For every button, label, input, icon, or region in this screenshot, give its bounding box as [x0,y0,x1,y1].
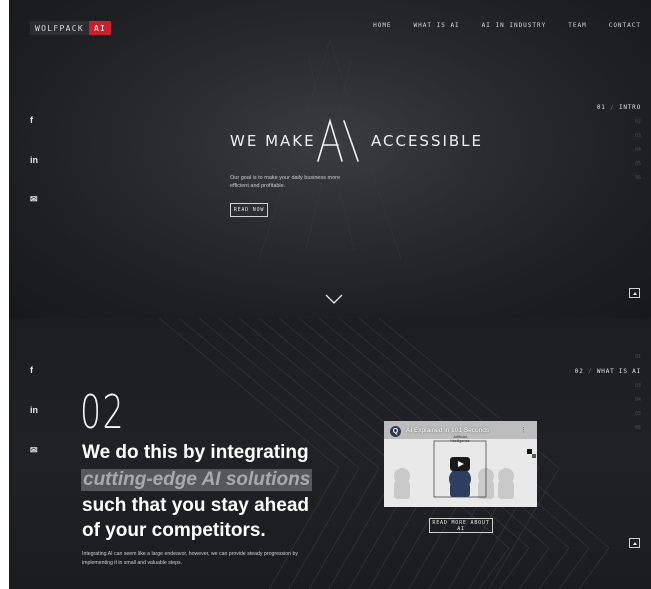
pager-current[interactable]: 01 / INTRO [597,104,641,111]
arrow-up-icon [632,541,637,545]
email-icon[interactable]: ✉ [30,445,38,456]
play-button[interactable] [450,457,470,471]
pager-dot[interactable]: 02 [597,119,641,125]
facebook-icon[interactable]: f [30,365,33,375]
play-icon [457,461,464,467]
nav-contact[interactable]: CONTACT [609,22,641,29]
pager-dot[interactable]: 03 [575,383,641,389]
pager-dot[interactable]: 04 [575,397,641,403]
facebook-icon[interactable]: f [30,115,33,125]
video-embed[interactable]: Q AI Explained in 101 Seconds ⋮ Artifici… [384,421,537,507]
brand-name: WOLFPACK [30,21,89,35]
pager-dot[interactable]: 05 [597,161,641,167]
linkedin-icon[interactable]: in [30,405,38,415]
what-is-ai-section: f in ✉ 02 We do this by integrating cutt… [9,318,651,589]
pager-dot[interactable]: 06 [575,425,641,431]
tagline-highlight: cutting-edge AI solutions [81,469,313,491]
headline-left: WE MAKE [230,132,316,150]
tagline-line-4: of your competitors. [82,520,266,541]
tagline-line-1: We do this by integrating [82,442,309,463]
more-options-icon[interactable]: ⋮ [520,426,527,434]
nav-what-is-ai[interactable]: WHAT IS AI [414,22,460,29]
pager-dot[interactable]: 04 [597,147,641,153]
pager-dot[interactable]: 01 [575,354,641,360]
brand-badge: AI [88,21,112,35]
pager-current[interactable]: 02 / WHAT IS AI [575,368,641,375]
email-icon[interactable]: ✉ [30,194,38,205]
main-nav: HOME WHAT IS AI AI IN INDUSTRY TEAM CONT… [373,22,641,29]
read-now-button[interactable]: READ NOW [230,203,268,217]
tagline-line-3: such that you stay ahead [82,495,310,516]
linkedin-icon[interactable]: in [30,155,38,165]
hero-headline: WE MAKE ACCESSIBLE [230,115,490,165]
pager-dot[interactable]: 05 [575,411,641,417]
brand-logo[interactable]: WOLFPACK AI [30,21,112,35]
ai-logo-icon [317,118,359,162]
scroll-top-button[interactable] [629,288,640,298]
chevron-down-icon[interactable] [325,294,343,304]
intro-section: WOLFPACK AI HOME WHAT IS AI AI IN INDUST… [9,0,651,318]
pager-dot[interactable]: 03 [597,133,641,139]
page: WOLFPACK AI HOME WHAT IS AI AI IN INDUST… [9,0,651,589]
section-pager: 01 / INTRO 02 03 04 05 06 [597,104,641,181]
nav-ai-in-industry[interactable]: AI IN INDUSTRY [482,22,547,29]
diagram-label: Artificial Intelligence [450,435,470,444]
read-more-button[interactable]: READ MORE ABOUT AI [429,518,493,533]
video-title[interactable]: AI Explained in 101 Seconds [406,427,489,434]
arrow-up-icon [632,291,637,295]
headline-right: ACCESSIBLE [371,132,484,150]
section-body: Integrating AI can seem like a large end… [82,551,298,566]
intro-text: Our goal is to make your daily business … [230,175,341,189]
section-number: 02 [80,385,126,439]
channel-icon[interactable]: Q [390,426,401,437]
scroll-top-button[interactable] [629,538,640,548]
nav-home[interactable]: HOME [373,22,391,29]
section-pager: 01 02 / WHAT IS AI 03 04 05 06 [575,354,641,431]
nav-team[interactable]: TEAM [568,22,586,29]
pager-dot[interactable]: 06 [597,175,641,181]
